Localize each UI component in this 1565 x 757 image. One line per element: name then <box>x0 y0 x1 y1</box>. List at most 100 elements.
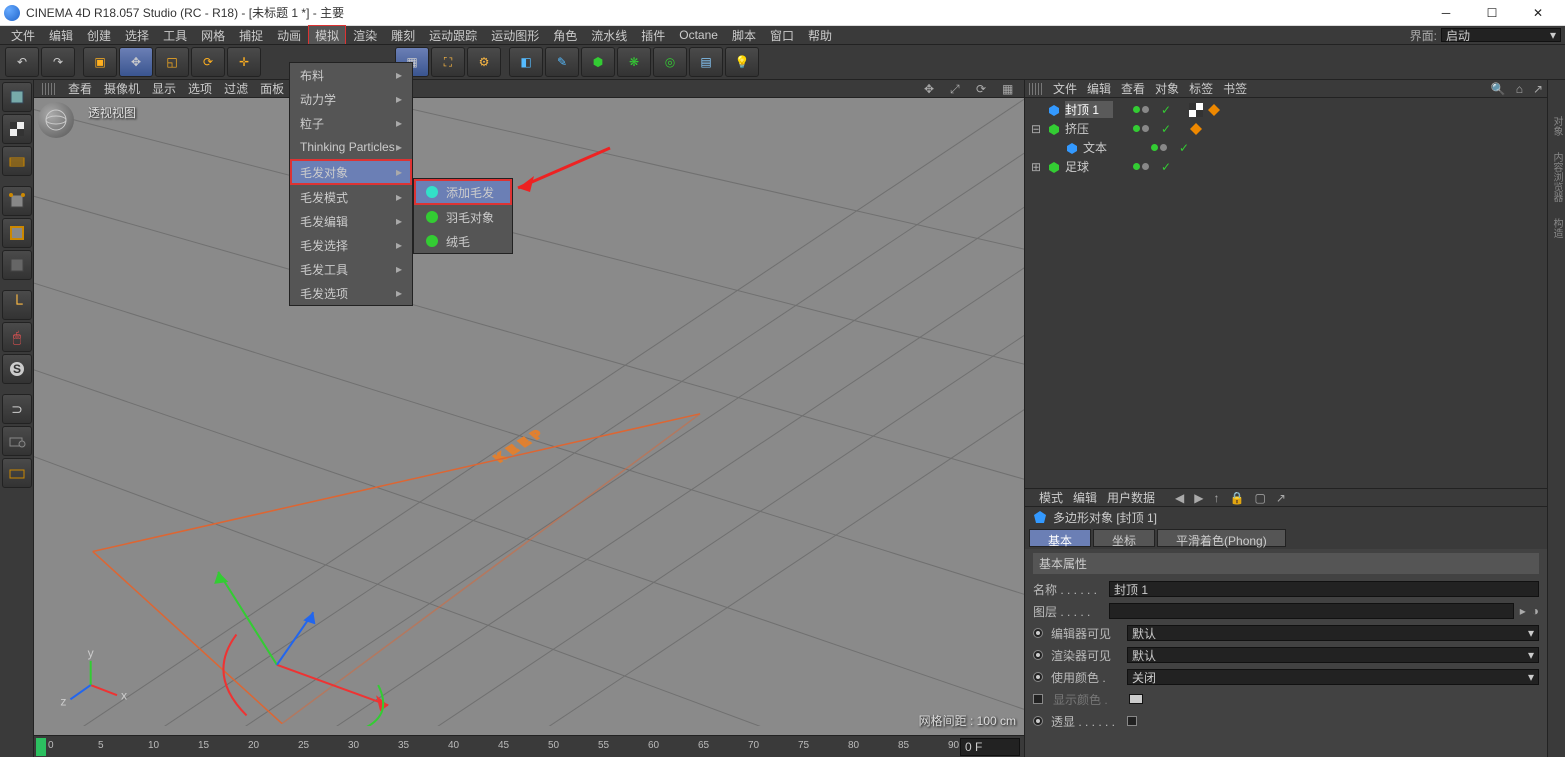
tree-name[interactable]: 足球 <box>1065 158 1113 175</box>
objmenu-书签[interactable]: 书签 <box>1223 80 1247 97</box>
objmenu-文件[interactable]: 文件 <box>1053 80 1077 97</box>
timeline-playhead[interactable] <box>36 738 46 756</box>
layout-dropdown[interactable]: 启动 ▾ <box>1441 28 1561 42</box>
menu-item-毛发编辑[interactable]: 毛发编辑▸ <box>290 209 412 233</box>
spline-button[interactable]: ✎ <box>545 47 579 77</box>
generator-button[interactable]: ⬢ <box>581 47 615 77</box>
objmenu-标签[interactable]: 标签 <box>1189 80 1213 97</box>
close-button[interactable]: ✕ <box>1515 0 1561 26</box>
camera-button[interactable]: ▤ <box>689 47 723 77</box>
menu-编辑[interactable]: 编辑 <box>42 25 80 46</box>
menu-渲染[interactable]: 渲染 <box>346 25 384 46</box>
light-button[interactable]: 💡 <box>725 47 759 77</box>
menu-item-毛发模式[interactable]: 毛发模式▸ <box>290 185 412 209</box>
edge-mode-button[interactable] <box>2 218 32 248</box>
color-swatch[interactable] <box>1129 694 1143 704</box>
render-region-button[interactable]: ⛶ <box>431 47 465 77</box>
vpmenu-显示[interactable]: 显示 <box>152 80 176 97</box>
axis-button[interactable]: └ <box>2 290 32 320</box>
tab-坐标[interactable]: 坐标 <box>1093 529 1155 547</box>
menu-窗口[interactable]: 窗口 <box>763 25 801 46</box>
menu-选择[interactable]: 选择 <box>118 25 156 46</box>
tab-平滑着色(Phong)[interactable]: 平滑着色(Phong) <box>1157 529 1286 547</box>
editor-vis-dropdown[interactable]: 默认▾ <box>1127 625 1539 641</box>
texture-mode-button[interactable] <box>2 114 32 144</box>
render-vis-dropdown[interactable]: 默认▾ <box>1127 647 1539 663</box>
planar-workplane-button[interactable] <box>2 458 32 488</box>
nav-rotate-icon[interactable]: ⟳ <box>976 82 990 96</box>
dock-tab-对象[interactable]: 对象 <box>1547 110 1565 142</box>
vpmenu-摄像机[interactable]: 摄像机 <box>104 80 140 97</box>
tree-row-足球[interactable]: ⊞足球✓ <box>1029 157 1543 176</box>
rotate-button[interactable]: ⟳ <box>191 47 225 77</box>
menu-流水线[interactable]: 流水线 <box>584 25 634 46</box>
expand2-icon[interactable]: ↗ <box>1276 491 1286 505</box>
tag-phong-icon[interactable] <box>1189 122 1203 136</box>
dock-tab-内容浏览器[interactable]: 内容浏览器 <box>1547 146 1565 208</box>
menu-帮助[interactable]: 帮助 <box>801 25 839 46</box>
undo-button[interactable]: ↶ <box>5 47 39 77</box>
menu-插件[interactable]: 插件 <box>634 25 672 46</box>
editor-vis-radio[interactable] <box>1033 628 1043 638</box>
nav-layout-icon[interactable]: ▦ <box>1002 82 1016 96</box>
tree-row-挤压[interactable]: ⊟挤压✓ <box>1029 119 1543 138</box>
menu-动画[interactable]: 动画 <box>270 25 308 46</box>
deformer-button[interactable]: ❋ <box>617 47 651 77</box>
hair-object-submenu[interactable]: 添加毛发羽毛对象绒毛 <box>413 178 513 254</box>
expander-icon[interactable]: ⊞ <box>1029 160 1043 174</box>
poly-mode-button[interactable] <box>2 250 32 280</box>
maximize-button[interactable]: ☐ <box>1469 0 1515 26</box>
object-tree[interactable]: 封顶 1✓⊟挤压✓文本✓⊞足球✓ <box>1025 98 1547 488</box>
last-tool-button[interactable]: ✛ <box>227 47 261 77</box>
menu-item-毛发选择[interactable]: 毛发选择▸ <box>290 233 412 257</box>
lock-icon[interactable]: 🔒 <box>1230 491 1245 505</box>
vpmenu-面板[interactable]: 面板 <box>260 80 284 97</box>
locked-workplane-button[interactable] <box>2 426 32 456</box>
environment-button[interactable]: ◎ <box>653 47 687 77</box>
menu-网格[interactable]: 网格 <box>194 25 232 46</box>
snap-button[interactable]: S <box>2 354 32 384</box>
vpmenu-过滤[interactable]: 过滤 <box>224 80 248 97</box>
nav-fwd-icon[interactable]: ▶ <box>1194 491 1203 505</box>
vpmenu-选项[interactable]: 选项 <box>188 80 212 97</box>
magnet-button[interactable]: ⊃ <box>2 394 32 424</box>
menu-捕捉[interactable]: 捕捉 <box>232 25 270 46</box>
simulate-menu[interactable]: 布料▸动力学▸粒子▸Thinking Particles▸毛发对象▸毛发模式▸毛… <box>289 62 413 306</box>
xray-radio[interactable] <box>1033 716 1043 726</box>
dock-tab-构造[interactable]: 构造 <box>1547 212 1565 244</box>
layer-menu-icon[interactable]: ◑ <box>1532 604 1539 618</box>
attrmenu-用户数据[interactable]: 用户数据 <box>1107 489 1155 506</box>
select-live-button[interactable]: ▣ <box>83 47 117 77</box>
render-vis-radio[interactable] <box>1033 650 1043 660</box>
objmenu-查看[interactable]: 查看 <box>1121 80 1145 97</box>
menu-item-动力学[interactable]: 动力学▸ <box>290 87 412 111</box>
expander-icon[interactable]: ⊟ <box>1029 122 1043 136</box>
nav-zoom-icon[interactable]: ⤢ <box>950 82 964 96</box>
viewport-solo-button[interactable]: 🖱 <box>2 322 32 352</box>
xray-checkbox[interactable] <box>1127 716 1137 726</box>
use-color-dropdown[interactable]: 关闭▾ <box>1127 669 1539 685</box>
attrmenu-模式[interactable]: 模式 <box>1039 489 1063 506</box>
submenu-item-绒毛[interactable]: 绒毛 <box>414 229 512 253</box>
submenu-item-添加毛发[interactable]: 添加毛发 <box>414 179 512 205</box>
layer-field[interactable] <box>1109 603 1514 619</box>
menu-脚本[interactable]: 脚本 <box>725 25 763 46</box>
redo-button[interactable]: ↷ <box>41 47 75 77</box>
tree-name[interactable]: 封顶 1 <box>1065 101 1113 118</box>
tag-checker-icon[interactable] <box>1189 103 1203 117</box>
menu-雕刻[interactable]: 雕刻 <box>384 25 422 46</box>
new-icon[interactable]: ▢ <box>1254 491 1265 505</box>
cube-button[interactable]: ◧ <box>509 47 543 77</box>
workplane-button[interactable] <box>2 146 32 176</box>
point-mode-button[interactable] <box>2 186 32 216</box>
tab-基本[interactable]: 基本 <box>1029 529 1091 547</box>
search-icon[interactable]: 🔍 <box>1491 82 1506 96</box>
expand-icon[interactable]: ↗ <box>1533 82 1543 96</box>
tree-row-封顶 1[interactable]: 封顶 1✓ <box>1029 100 1543 119</box>
menu-创建[interactable]: 创建 <box>80 25 118 46</box>
menu-item-毛发选项[interactable]: 毛发选项▸ <box>290 281 412 305</box>
timeline-frame-field[interactable]: 0 F <box>960 738 1020 756</box>
home-icon[interactable]: ⌂ <box>1516 82 1523 96</box>
objmenu-对象[interactable]: 对象 <box>1155 80 1179 97</box>
nav-back-icon[interactable]: ◀ <box>1175 491 1184 505</box>
